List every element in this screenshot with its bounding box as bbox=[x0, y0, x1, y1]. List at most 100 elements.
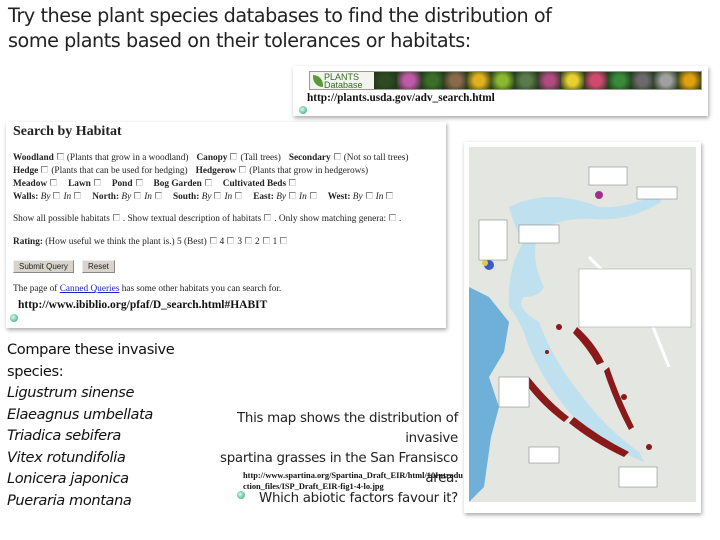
checkbox[interactable] bbox=[204, 179, 212, 186]
checkbox[interactable] bbox=[239, 166, 247, 173]
caption-line-1: This map shows the distribution of invas… bbox=[237, 411, 458, 446]
rating-row: Rating: (How useful we think the plant i… bbox=[13, 237, 290, 247]
species-name: Elaeagnus umbellata bbox=[7, 405, 153, 423]
display-options-row: Show all possible habitats . Show textual… bbox=[13, 214, 401, 224]
habitat-note: (Tall trees) bbox=[240, 153, 281, 163]
habitat-note: (Plants that can be used for hedging) bbox=[51, 166, 188, 176]
checkbox[interactable] bbox=[262, 237, 270, 244]
checkbox[interactable] bbox=[244, 237, 252, 244]
habitat-label: Secondary bbox=[288, 153, 331, 163]
checkbox[interactable] bbox=[235, 192, 243, 199]
checkbox[interactable] bbox=[134, 192, 142, 199]
checkbox[interactable] bbox=[289, 179, 297, 186]
habitat-label: Lawn bbox=[68, 179, 91, 189]
habitat-note: (Plants that grow in a woodland) bbox=[66, 153, 189, 163]
hyperlink-globe-icon bbox=[237, 491, 245, 499]
checkbox[interactable] bbox=[333, 153, 341, 160]
spartina-url[interactable]: http://www.spartina.org/Spartina_Draft_E… bbox=[243, 470, 465, 492]
checkbox[interactable] bbox=[386, 192, 394, 199]
rating-value: 4 bbox=[219, 237, 225, 247]
habitat-label: Hedgerow bbox=[195, 166, 237, 176]
pfaf-url[interactable]: http://www.ibiblio.org/pfaf/D_search.htm… bbox=[18, 299, 267, 311]
title-line-1: Try these plant species databases to fin… bbox=[8, 4, 552, 27]
map-caption: This map shows the distribution of invas… bbox=[190, 409, 458, 509]
plant-photo bbox=[514, 72, 538, 89]
checkbox[interactable] bbox=[365, 192, 373, 199]
caption-line-3: Which abiotic factors favour it? bbox=[259, 491, 458, 506]
checkbox[interactable] bbox=[112, 214, 120, 221]
by-label: By bbox=[352, 192, 363, 202]
in-label: In bbox=[63, 192, 72, 202]
plant-photo bbox=[584, 72, 608, 89]
by-label: By bbox=[276, 192, 286, 202]
checkbox[interactable] bbox=[227, 237, 235, 244]
checkbox[interactable] bbox=[135, 179, 143, 186]
habitat-row-2: Hedge (Plants that can be used for hedgin… bbox=[13, 166, 368, 176]
plant-photo bbox=[677, 72, 702, 89]
in-label: In bbox=[299, 192, 307, 202]
wall-label: South: bbox=[172, 192, 202, 202]
plants-database-logo: PLANTS Database bbox=[310, 72, 374, 90]
in-label: In bbox=[224, 192, 233, 202]
by-label: By bbox=[201, 192, 212, 202]
rating-value: 3 bbox=[237, 237, 242, 247]
plant-photo bbox=[374, 72, 398, 89]
plants-database-screenshot: PLANTS Database http://plants.usda.gov/ad… bbox=[293, 66, 708, 116]
plant-photo bbox=[444, 72, 468, 89]
checkbox[interactable] bbox=[93, 179, 101, 186]
option-label: . Only show matching genera: bbox=[274, 214, 387, 224]
checkbox[interactable] bbox=[280, 237, 288, 244]
title-line-2: some plants based on their tolerances or… bbox=[8, 29, 471, 52]
habitat-note: (Not so tall trees) bbox=[343, 153, 409, 163]
submit-query-button[interactable]: Submit Query bbox=[13, 260, 74, 273]
habitat-label: Meadow bbox=[13, 179, 48, 189]
rating-label: Rating: bbox=[13, 237, 46, 247]
reset-button[interactable]: Reset bbox=[82, 260, 115, 273]
slide-title: Try these plant species databases to fin… bbox=[8, 3, 552, 53]
option-label: Show all possible habitats bbox=[13, 214, 110, 224]
checkbox[interactable] bbox=[214, 192, 222, 199]
checkbox[interactable] bbox=[154, 192, 162, 199]
habitat-label: Cultivated Beds bbox=[222, 179, 287, 189]
checkbox[interactable] bbox=[309, 192, 317, 199]
search-by-habitat-screenshot: Search by Habitat Woodland (Plants that g… bbox=[6, 122, 446, 328]
habitat-label: Bog Garden bbox=[153, 179, 202, 189]
plant-photo bbox=[467, 72, 491, 89]
habitat-row-3: Meadow Lawn Pond Bog Garden Cultivated Beds bbox=[13, 179, 299, 189]
checkbox[interactable] bbox=[209, 237, 217, 244]
plant-photo bbox=[654, 72, 678, 89]
plant-photo bbox=[490, 72, 515, 89]
habitat-label: Hedge bbox=[13, 166, 39, 176]
checkbox[interactable] bbox=[389, 214, 397, 221]
checkbox[interactable] bbox=[53, 192, 61, 199]
wall-label: East: bbox=[253, 192, 277, 202]
canned-queries-link[interactable]: Canned Queries bbox=[60, 284, 120, 294]
species-name: Lonicera japonica bbox=[7, 470, 129, 487]
plants-database-url[interactable]: http://plants.usda.gov/adv_search.html bbox=[307, 92, 495, 104]
checkbox[interactable] bbox=[264, 214, 272, 221]
species-list: Compare these invasive species: Ligustru… bbox=[7, 339, 187, 511]
plant-photo bbox=[560, 72, 585, 89]
checkbox[interactable] bbox=[56, 153, 64, 160]
checkbox[interactable] bbox=[41, 166, 49, 173]
checkbox[interactable] bbox=[74, 192, 82, 199]
habitat-label: Canopy bbox=[196, 153, 228, 163]
checkbox[interactable] bbox=[289, 192, 296, 199]
map-image bbox=[469, 147, 696, 502]
map-legend bbox=[578, 268, 692, 328]
walls-row: Walls: By In North: By In South: By In East: B… bbox=[13, 192, 396, 202]
species-name: Vitex rotundifolia bbox=[7, 448, 126, 466]
plant-photo bbox=[397, 72, 421, 89]
checkbox[interactable] bbox=[50, 179, 58, 186]
plant-photo bbox=[630, 72, 655, 89]
rating-value: 1 bbox=[272, 237, 278, 247]
rating-value: 2 bbox=[254, 237, 260, 247]
checkbox[interactable] bbox=[230, 153, 238, 160]
species-name: Pueraria montana bbox=[7, 491, 132, 509]
spartina-distribution-map bbox=[464, 142, 701, 513]
plant-photo bbox=[607, 72, 631, 89]
canned-queries-text: The page of Canned Queries has some othe… bbox=[13, 284, 282, 294]
species-heading: Compare these invasive species: bbox=[7, 341, 175, 380]
habitat-label: Woodland bbox=[13, 153, 54, 163]
habitat-label: Pond bbox=[111, 179, 133, 189]
